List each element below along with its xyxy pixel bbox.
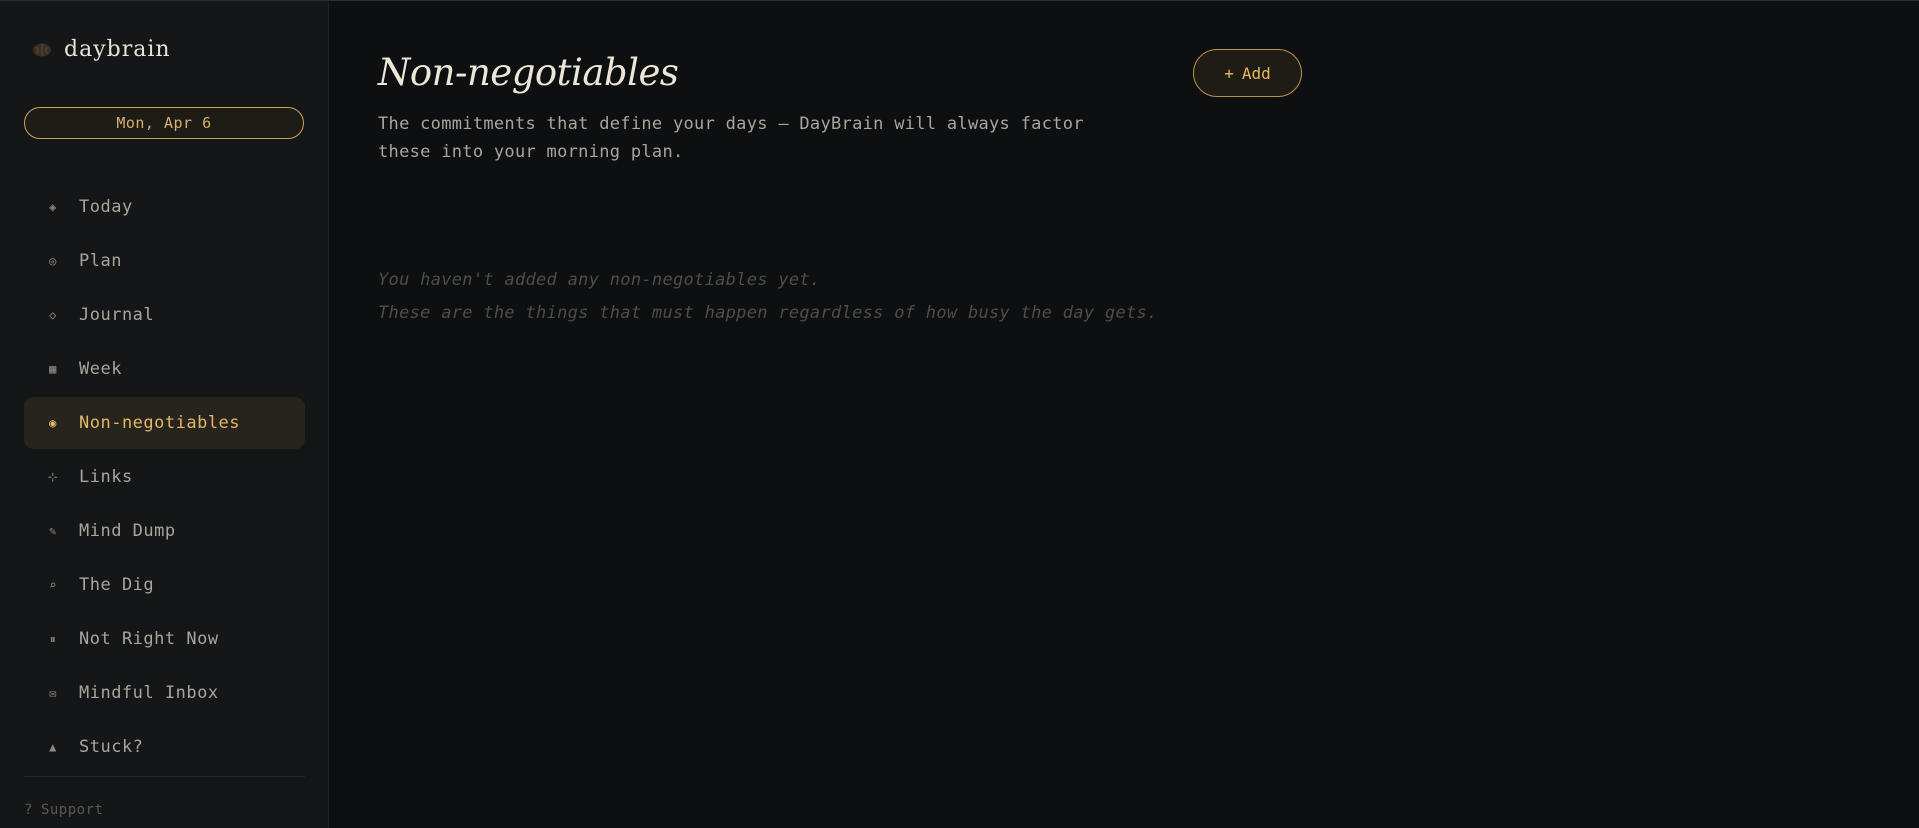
sidebar-item-label: Week — [79, 359, 122, 379]
triangle-icon: ▲ — [49, 740, 57, 754]
add-button-label: Add — [1241, 63, 1271, 83]
sidebar-item-label: Plan — [79, 251, 122, 271]
sidebar-item-mind-dump[interactable]: ✎ Mind Dump — [24, 505, 305, 557]
sidebar-divider — [24, 776, 305, 777]
sidebar-item-label: Not Right Now — [79, 629, 219, 649]
support-link[interactable]: ? Support — [24, 802, 103, 818]
sidebar-item-label: Stuck? — [79, 737, 144, 757]
bullseye-icon: ◉ — [49, 416, 57, 430]
brand-name: daybrain — [64, 37, 171, 62]
magnifier-icon: ⌕ — [49, 578, 57, 592]
sidebar-item-links[interactable]: ⊹ Links — [24, 451, 305, 503]
add-button[interactable]: + Add — [1193, 49, 1302, 97]
target-icon: ◎ — [49, 254, 57, 268]
question-icon: ? — [24, 802, 33, 818]
sparkle-icon: ⊹ — [47, 470, 59, 484]
support-label: Support — [40, 802, 104, 818]
date-pill[interactable]: Mon, Apr 6 — [24, 107, 304, 139]
sidebar-item-journal[interactable]: ◇ Journal — [24, 289, 305, 341]
sidebar-item-the-dig[interactable]: ⌕ The Dig — [24, 559, 305, 611]
empty-state: You haven't added any non-negotiables ye… — [378, 264, 1278, 330]
sidebar-item-label: Mindful Inbox — [79, 683, 219, 703]
sidebar-item-non-negotiables[interactable]: ◉ Non-negotiables — [24, 397, 305, 449]
sidebar-item-label: The Dig — [79, 575, 155, 595]
sidebar-nav: ◈ Today ◎ Plan ◇ Journal ▦ Week ◉ Non-ne… — [24, 181, 305, 775]
sidebar: daybrain Mon, Apr 6 ◈ Today ◎ Plan ◇ Jou… — [0, 1, 329, 828]
page-description: The commitments that define your days — … — [378, 114, 1084, 162]
sidebar-item-plan[interactable]: ◎ Plan — [24, 235, 305, 287]
sidebar-item-label: Non-negotiables — [79, 413, 241, 433]
sidebar-item-mindful-inbox[interactable]: ✉ Mindful Inbox — [24, 667, 305, 719]
grid-calendar-icon: ▦ — [49, 362, 57, 376]
app-window: daybrain Mon, Apr 6 ◈ Today ◎ Plan ◇ Jou… — [0, 0, 1919, 828]
sidebar-item-label: Today — [79, 197, 133, 217]
pause-icon: ⏸ — [49, 631, 57, 646]
page-title: Non-negotiables — [378, 51, 679, 94]
sidebar-item-label: Mind Dump — [79, 521, 176, 541]
sidebar-item-not-right-now[interactable]: ⏸ Not Right Now — [24, 613, 305, 665]
sidebar-item-label: Journal — [79, 305, 155, 325]
brand[interactable]: daybrain — [32, 37, 171, 62]
brain-icon — [33, 43, 51, 56]
empty-state-line-1: You haven't added any non-negotiables ye… — [378, 270, 821, 290]
pencil-icon: ✎ — [49, 524, 57, 538]
empty-state-line-2: These are the things that must happen re… — [378, 303, 1158, 323]
compass-diamond-icon: ◈ — [49, 200, 57, 214]
sidebar-item-stuck[interactable]: ▲ Stuck? — [24, 721, 305, 773]
sidebar-item-today[interactable]: ◈ Today — [24, 181, 305, 233]
plus-icon: + — [1224, 63, 1234, 83]
sidebar-item-week[interactable]: ▦ Week — [24, 343, 305, 395]
envelope-icon: ✉ — [49, 686, 57, 700]
diamond-outline-icon: ◇ — [49, 308, 57, 322]
sidebar-item-label: Links — [79, 467, 133, 487]
